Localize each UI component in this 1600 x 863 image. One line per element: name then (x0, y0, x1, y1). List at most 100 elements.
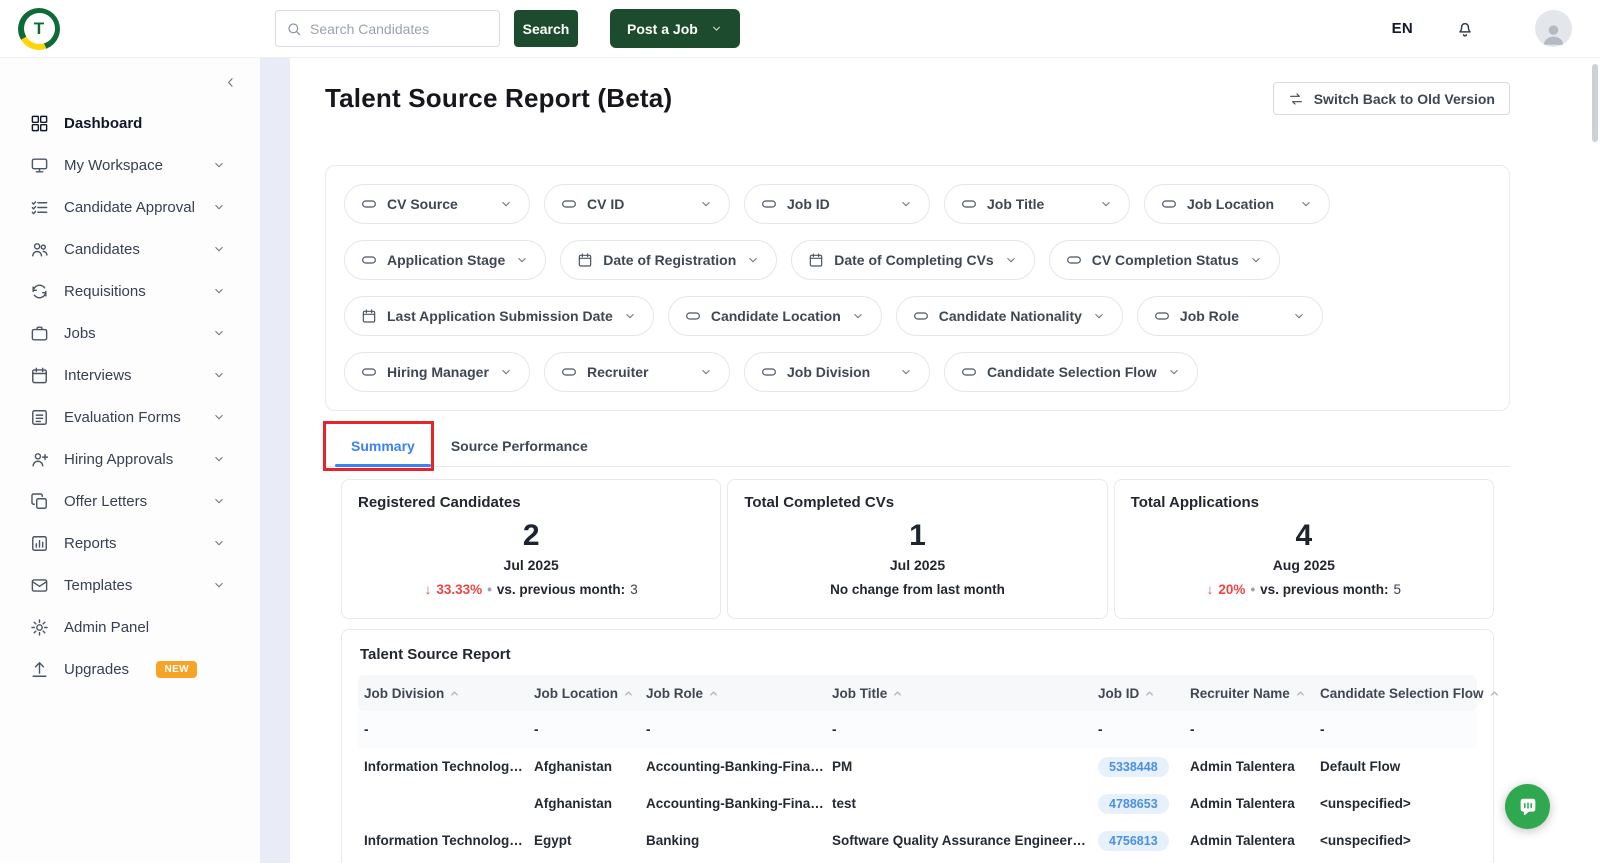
sidebar-item[interactable]: Hiring Approvals (0, 438, 260, 480)
stat-title: Total Completed CVs (744, 494, 1090, 511)
column-header[interactable]: Recruiter Name (1186, 686, 1316, 701)
bullet-separator: • (487, 582, 492, 597)
sidebar-item[interactable]: Offer Letters (0, 480, 260, 522)
filter-dropdown[interactable]: Candidate Location (668, 296, 882, 336)
column-header-label: Job Role (646, 686, 703, 701)
sidebar-item[interactable]: Admin Panel (0, 606, 260, 648)
filter-dropdown[interactable]: Application Stage (344, 240, 546, 280)
tab[interactable]: Source Performance (433, 427, 606, 466)
filter-dropdown[interactable]: CV Completion Status (1049, 240, 1280, 280)
post-a-job-button[interactable]: Post a Job (610, 9, 740, 48)
filter-dropdown[interactable]: Job Title (944, 184, 1130, 224)
sidebar-collapse-button[interactable] (0, 62, 260, 102)
cell-job-title: - (828, 722, 1094, 737)
stat-cards: Registered Candidates 2 Jul 2025 ↓ 33.33… (341, 479, 1494, 619)
column-header[interactable]: Job Location (530, 686, 642, 701)
filter-dropdown[interactable]: Candidate Selection Flow (944, 352, 1198, 392)
chevron-down-icon (746, 253, 760, 267)
chevron-down-icon (212, 368, 226, 382)
job-id-badge[interactable]: 4756813 (1098, 831, 1169, 851)
filter-label: CV Source (387, 196, 489, 212)
sidebar-item[interactable]: Dashboard (0, 102, 260, 144)
sidebar-item[interactable]: Candidate Approval (0, 186, 260, 228)
table-row[interactable]: Information Technology IT Afghanistan Ac… (358, 748, 1477, 785)
column-header[interactable]: Candidate Selection Flow (1316, 686, 1504, 701)
filter-dropdown[interactable]: Job Location (1144, 184, 1330, 224)
filter-icon (808, 252, 824, 268)
filter-label: Candidate Selection Flow (987, 364, 1157, 380)
sidebar-item[interactable]: Templates (0, 564, 260, 606)
table-row[interactable]: Egypt Banking Recruiter 4678903 Admin Ta… (358, 859, 1477, 863)
app-body: Dashboard My Workspace Candidate Approva… (0, 58, 1600, 863)
page-scrollbar-thumb[interactable] (1592, 64, 1598, 142)
table-row[interactable]: Afghanistan Accounting-Banking-Finance t… (358, 785, 1477, 822)
sort-icon (1489, 688, 1500, 699)
filter-icon (685, 308, 701, 324)
sidebar-item[interactable]: Reports (0, 522, 260, 564)
tab[interactable]: Summary (333, 427, 433, 466)
filter-icon (1161, 196, 1177, 212)
filter-icon (1066, 252, 1082, 268)
filter-icon (1154, 308, 1170, 324)
sidebar-item-label: Dashboard (64, 115, 197, 132)
person-icon (1540, 20, 1567, 47)
sidebar-item[interactable]: Candidates (0, 228, 260, 270)
chevron-down-icon (499, 365, 513, 379)
app-logo[interactable]: T (18, 8, 60, 50)
filter-dropdown[interactable]: CV Source (344, 184, 530, 224)
user-avatar[interactable] (1535, 10, 1572, 47)
sidebar-item-label: Admin Panel (64, 619, 197, 636)
column-header[interactable]: Job Role (642, 686, 828, 701)
filter-dropdown[interactable]: Date of Completing CVs (791, 240, 1034, 280)
filter-row: Last Application Submission Date Candida… (344, 296, 1491, 336)
sidebar-item-icon (30, 324, 49, 343)
bullet-separator: • (1250, 582, 1255, 597)
job-id-badge[interactable]: 4788653 (1098, 794, 1169, 814)
filter-dropdown[interactable]: Job ID (744, 184, 930, 224)
column-header[interactable]: Job Division (360, 686, 530, 701)
column-header[interactable]: Job ID (1094, 686, 1186, 701)
sort-icon (708, 688, 719, 699)
cell-selection-flow: <unspecified> (1316, 796, 1475, 811)
stat-period: Aug 2025 (1131, 557, 1477, 573)
filter-dropdown[interactable]: Date of Registration (560, 240, 777, 280)
delta-note: vs. previous month: (497, 582, 625, 597)
filter-dropdown[interactable]: Candidate Nationality (896, 296, 1123, 336)
table-row[interactable]: Information Technology IT Egypt Banking … (358, 822, 1477, 859)
table-row[interactable]: - - - - - - - (358, 711, 1477, 748)
filter-label: Job ID (787, 196, 889, 212)
filter-dropdown[interactable]: Recruiter (544, 352, 730, 392)
filter-dropdown[interactable]: Hiring Manager (344, 352, 530, 392)
notifications-bell-icon[interactable] (1455, 19, 1475, 39)
tabs: SummarySource Performance (325, 427, 1510, 466)
sidebar-item[interactable]: My Workspace (0, 144, 260, 186)
column-header-label: Candidate Selection Flow (1320, 686, 1484, 701)
switch-old-version-button[interactable]: Switch Back to Old Version (1273, 82, 1510, 115)
filter-row: Application Stage Date of Registration D… (344, 240, 1491, 280)
search-input[interactable] (310, 21, 489, 37)
chat-widget-button[interactable] (1505, 784, 1550, 829)
filter-dropdown[interactable]: Job Division (744, 352, 930, 392)
sidebar-item[interactable]: Interviews (0, 354, 260, 396)
sidebar-item-label: Offer Letters (64, 493, 197, 510)
filter-dropdown[interactable]: Last Application Submission Date (344, 296, 654, 336)
search-button[interactable]: Search (514, 10, 578, 47)
chevron-down-icon (710, 22, 723, 35)
filter-icon (361, 308, 377, 324)
sidebar-item[interactable]: Jobs (0, 312, 260, 354)
post-a-job-label: Post a Job (627, 21, 698, 37)
sidebar-item[interactable]: Upgrades NEW (0, 648, 260, 690)
filter-dropdown[interactable]: CV ID (544, 184, 730, 224)
job-id-badge[interactable]: 5338448 (1098, 757, 1169, 777)
filter-dropdown[interactable]: Job Role (1137, 296, 1323, 336)
job-id-badge[interactable]: - (1098, 722, 1103, 737)
stat-value: 4 (1131, 519, 1477, 553)
filter-label: CV Completion Status (1092, 252, 1239, 268)
column-header[interactable]: Job Title (828, 686, 1094, 701)
sidebar-item[interactable]: Requisitions (0, 270, 260, 312)
cell-recruiter-name: Admin Talentera (1186, 833, 1316, 848)
sort-icon (1295, 688, 1306, 699)
cell-job-title: Software Quality Assurance Engineer(copy… (828, 833, 1094, 848)
language-selector[interactable]: EN (1392, 20, 1413, 37)
sidebar-item[interactable]: Evaluation Forms (0, 396, 260, 438)
